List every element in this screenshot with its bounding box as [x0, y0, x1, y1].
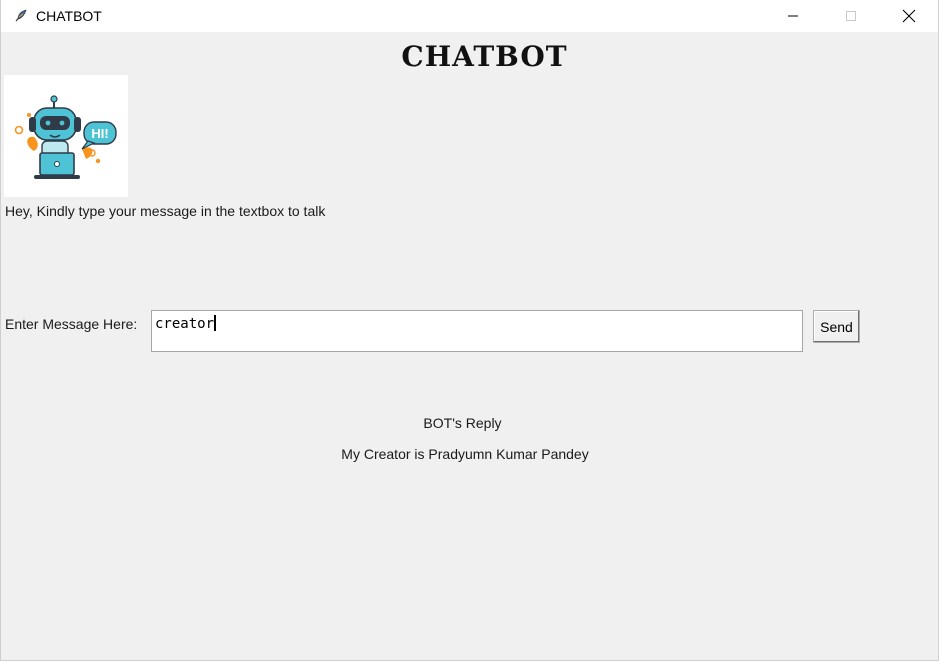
send-button[interactable]: Send [813, 310, 860, 343]
minimize-button[interactable] [764, 0, 822, 32]
close-button[interactable] [880, 0, 938, 32]
reply-text: My Creator is Pradyumn Kumar Pandey [341, 446, 589, 462]
greeting-text: Hey, Kindly type your message in the tex… [5, 203, 326, 219]
window-title: CHATBOT [36, 8, 102, 24]
message-label: Enter Message Here: [5, 316, 138, 332]
app-feather-icon [13, 8, 29, 24]
minimize-icon [788, 15, 798, 17]
maximize-button[interactable] [822, 0, 880, 32]
main-content: CHATBOT HI! Hey, Kindly type your messag… [1, 32, 938, 660]
message-input[interactable]: creator [151, 310, 803, 352]
app-window: CHATBOT CHATBOT HI! Hey, Kindly type you… [0, 0, 939, 661]
robot-bubble-text: HI! [91, 126, 108, 141]
message-input-value: creator [155, 316, 215, 332]
page-title: CHATBOT [401, 40, 568, 73]
maximize-icon [846, 11, 856, 21]
title-bar[interactable]: CHATBOT [1, 0, 938, 32]
reply-title: BOT's Reply [423, 415, 502, 431]
close-icon [902, 9, 916, 23]
text-caret [214, 315, 217, 331]
robot-waving-hi-icon: HI! [4, 75, 128, 197]
